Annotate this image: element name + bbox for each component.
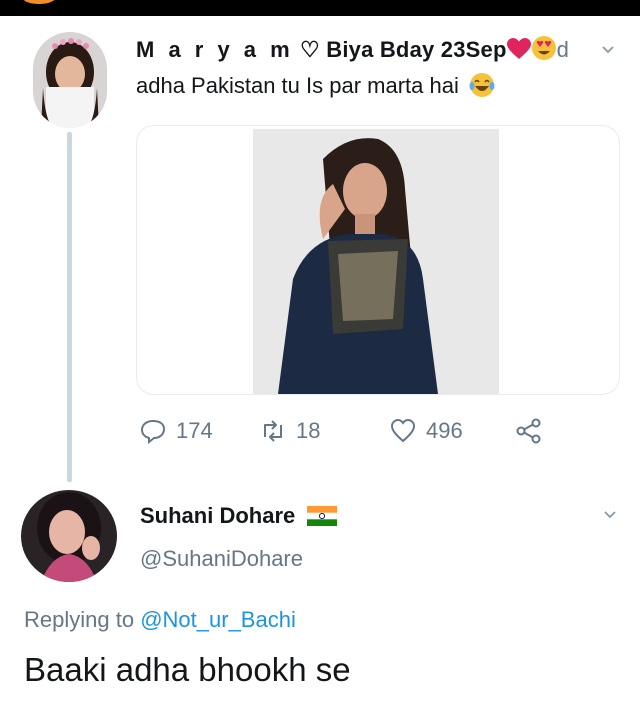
red-heart-emoji-icon <box>506 38 531 59</box>
reply-handle[interactable]: @SuhaniDohare <box>140 546 303 572</box>
reply-button[interactable]: 174 <box>140 418 213 444</box>
reply-text: Baaki adha bhookh se <box>24 651 351 688</box>
status-indicator <box>22 0 56 4</box>
chevron-down-icon[interactable] <box>601 43 615 57</box>
india-flag-emoji-icon <box>307 506 338 526</box>
avatar-image <box>33 32 107 128</box>
retweet-button[interactable]: 18 <box>260 418 320 444</box>
replying-prefix: Replying to <box>24 607 135 632</box>
reply-count: 174 <box>176 418 213 443</box>
share-button[interactable] <box>516 418 552 444</box>
tweet-photo[interactable] <box>253 129 499 394</box>
photo-image <box>253 129 499 394</box>
reply-icon <box>140 419 166 444</box>
tweet-text: adha Pakistan tu Is par marta hai <box>136 72 495 99</box>
retweet-icon <box>264 420 282 442</box>
tweet-author[interactable]: M a r y a m ♡ Biya Bday 23Sep d <box>136 35 569 63</box>
author-name-spaced: M a r y a m <box>136 37 294 62</box>
like-button[interactable]: 496 <box>390 418 463 444</box>
tweet-date: d <box>556 37 570 62</box>
avatar[interactable] <box>33 32 107 128</box>
avatar[interactable] <box>21 490 117 582</box>
heart-eyes-emoji-icon <box>531 36 556 60</box>
retweet-count: 18 <box>296 418 321 443</box>
chevron-down-icon[interactable] <box>603 508 617 522</box>
reply-author[interactable]: Suhani Dohare <box>140 503 338 529</box>
reply-display-name: Suhani Dohare <box>140 503 296 528</box>
share-icon <box>516 418 541 444</box>
author-name-rest: ♡ Biya Bday 23Sep <box>300 37 507 62</box>
like-count: 496 <box>426 418 463 443</box>
tears-of-joy-emoji-icon <box>469 73 495 97</box>
heart-icon <box>390 418 416 443</box>
status-bar <box>0 0 640 16</box>
replying-to-mention[interactable]: @Not_ur_Bachi <box>140 607 296 632</box>
replying-to: Replying to @Not_ur_Bachi <box>24 607 296 633</box>
tweet-text-content: adha Pakistan tu Is par marta hai <box>136 73 459 98</box>
tweet-actions: 174 18 496 <box>0 418 640 448</box>
avatar-image <box>21 490 117 582</box>
